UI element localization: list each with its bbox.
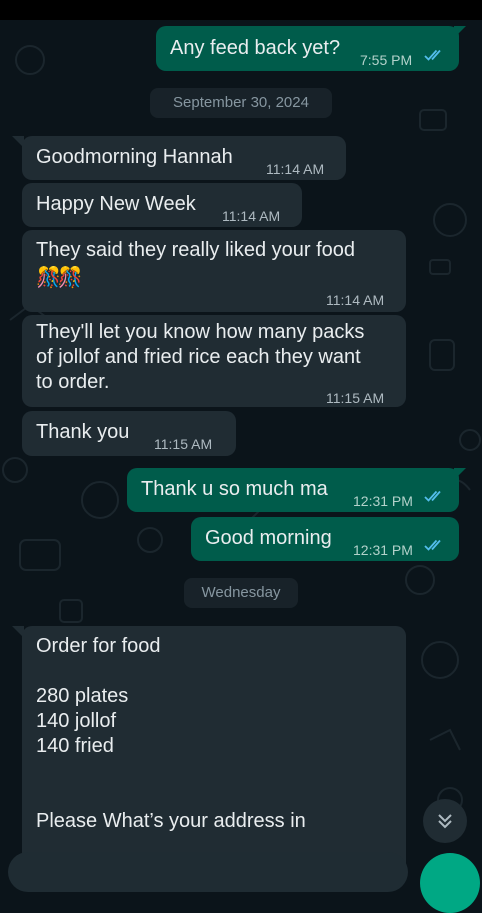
- incoming-message[interactable]: Goodmorning Hannah 11:14 AM: [22, 136, 346, 180]
- message-time: 12:31 PM: [353, 493, 413, 509]
- message-time: 11:14 AM: [326, 292, 385, 308]
- message-time: 11:15 AM: [326, 390, 385, 406]
- incoming-message[interactable]: Thank you 11:15 AM: [22, 411, 236, 456]
- double-check-icon: [424, 49, 441, 61]
- bubble-tail: [454, 468, 466, 480]
- incoming-message[interactable]: They'll let you know how many packs of j…: [22, 315, 406, 407]
- message-time: 11:14 AM: [222, 208, 281, 224]
- message-time: 11:14 AM: [266, 161, 325, 177]
- message-time: 12:31 PM: [353, 542, 413, 558]
- incoming-message[interactable]: They said they really liked your food 🎊🎊…: [22, 230, 406, 312]
- message-text: They said they really liked your food: [36, 239, 356, 261]
- incoming-message[interactable]: Happy New Week 11:14 AM: [22, 183, 302, 227]
- message-text: Any feed back yet?: [170, 37, 341, 59]
- bubble-tail: [454, 26, 466, 38]
- incoming-message[interactable]: Order for food 280 plates 140 jollof 140…: [22, 626, 406, 866]
- outgoing-message[interactable]: Thank u so much ma 12:31 PM: [127, 468, 459, 512]
- confetti-emoji: 🎊🎊: [36, 267, 83, 289]
- double-check-icon: [424, 490, 441, 502]
- message-text: Order for food 280 plates 140 jollof 140…: [36, 635, 306, 832]
- chevrons-down-icon: [438, 814, 452, 829]
- status-bar: [0, 0, 482, 20]
- message-text: Thank u so much ma: [141, 478, 328, 500]
- message-text: Thank you: [36, 421, 130, 443]
- message-input-bar[interactable]: [8, 852, 408, 892]
- scroll-to-bottom-button[interactable]: [423, 799, 467, 843]
- date-divider: September 30, 2024: [150, 88, 332, 118]
- outgoing-message[interactable]: Good morning 12:31 PM: [191, 517, 459, 561]
- message-text: Goodmorning Hannah: [36, 146, 233, 168]
- message-time: 11:15 AM: [154, 436, 213, 452]
- message-time: 7:55 PM: [360, 52, 413, 68]
- voice-button[interactable]: [420, 853, 480, 913]
- message-text: Happy New Week: [36, 193, 196, 215]
- bubble-tail: [12, 626, 24, 638]
- bubble-tail: [12, 136, 24, 148]
- double-check-icon: [424, 539, 441, 551]
- message-text: They'll let you know how many packs of j…: [36, 321, 365, 393]
- date-divider: Wednesday: [184, 578, 298, 608]
- message-text: Good morning: [205, 527, 332, 549]
- outgoing-message[interactable]: Any feed back yet? 7:55 PM: [156, 26, 459, 71]
